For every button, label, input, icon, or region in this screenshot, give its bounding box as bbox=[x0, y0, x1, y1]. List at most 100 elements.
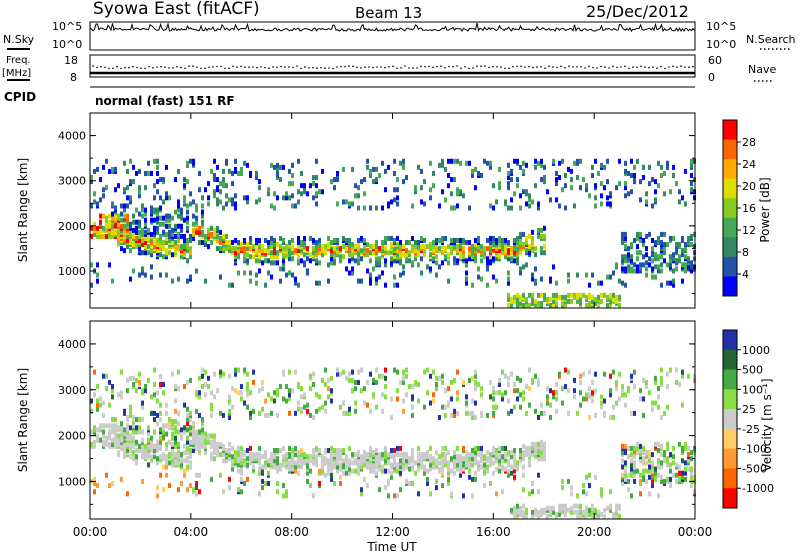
power-cell bbox=[393, 158, 396, 164]
power-cell bbox=[528, 244, 531, 250]
power-cell bbox=[510, 177, 513, 183]
velocity-cell bbox=[204, 392, 207, 398]
power-cell bbox=[333, 177, 336, 183]
power-cell bbox=[636, 264, 639, 270]
nave-point bbox=[596, 67, 598, 69]
power-cell bbox=[600, 280, 603, 286]
velocity-cell bbox=[468, 474, 471, 480]
velocity-cell bbox=[690, 450, 693, 456]
power-cell bbox=[363, 191, 366, 197]
power-cell bbox=[255, 248, 258, 254]
velocity-cell bbox=[378, 452, 381, 458]
power-cell bbox=[483, 246, 486, 252]
power-cell bbox=[558, 294, 561, 300]
nave-point bbox=[428, 65, 430, 68]
velocity-cell bbox=[495, 448, 498, 453]
power-cell bbox=[528, 193, 531, 199]
power-cell bbox=[624, 244, 627, 250]
velocity-cell bbox=[435, 478, 438, 484]
freq-tick-bottom: 8 bbox=[70, 71, 77, 84]
velocity-cell bbox=[309, 468, 312, 474]
velocity-cell bbox=[531, 481, 534, 486]
power-cell bbox=[186, 209, 189, 215]
power-cell bbox=[516, 177, 519, 183]
velocity-cell bbox=[309, 454, 312, 460]
power-cell bbox=[219, 274, 222, 280]
power-cell bbox=[186, 238, 189, 243]
power-cell bbox=[147, 250, 150, 256]
power-cell bbox=[534, 298, 537, 304]
power-cell bbox=[522, 292, 525, 298]
power-cell bbox=[261, 244, 264, 250]
power-cell bbox=[258, 238, 261, 243]
velocity-cell bbox=[417, 491, 420, 497]
power-cell bbox=[159, 233, 162, 239]
power-cell bbox=[183, 183, 186, 189]
power-cell bbox=[645, 246, 648, 252]
nave-point bbox=[608, 67, 610, 69]
power-cell bbox=[294, 203, 297, 209]
power-cell bbox=[321, 244, 324, 250]
velocity-cell bbox=[579, 379, 582, 385]
power-cell bbox=[198, 240, 201, 246]
power-cell bbox=[606, 303, 609, 308]
velocity-cell bbox=[609, 489, 612, 495]
velocity-ytick-label: 1000 bbox=[58, 475, 86, 488]
velocity-cell bbox=[501, 489, 504, 495]
power-cell bbox=[255, 272, 258, 278]
power-cell bbox=[534, 252, 537, 258]
velocity-cell bbox=[216, 388, 219, 394]
nave-point bbox=[488, 66, 490, 69]
power-cell bbox=[597, 294, 600, 300]
velocity-cell bbox=[402, 369, 405, 375]
power-cell bbox=[162, 199, 165, 205]
power-cell bbox=[561, 187, 564, 193]
nave-point bbox=[452, 65, 454, 68]
velocity-cell bbox=[603, 410, 606, 416]
power-cell bbox=[198, 170, 201, 176]
power-cell bbox=[456, 187, 459, 193]
power-cell bbox=[243, 160, 246, 166]
power-cell bbox=[396, 242, 399, 248]
velocity-cell bbox=[120, 390, 123, 396]
velocity-cell bbox=[198, 472, 201, 478]
velocity-cell bbox=[534, 373, 537, 379]
nave-point bbox=[572, 66, 574, 68]
velocity-cell bbox=[399, 470, 402, 476]
velocity-cell bbox=[459, 454, 462, 460]
power-cell bbox=[279, 235, 282, 241]
power-cell bbox=[114, 187, 117, 193]
power-cell bbox=[108, 219, 111, 225]
velocity-cell bbox=[183, 402, 186, 408]
power-cell bbox=[531, 292, 534, 298]
velocity-cell bbox=[240, 445, 243, 451]
velocity-cell bbox=[195, 491, 198, 497]
nave-point bbox=[344, 65, 346, 68]
velocity-cell bbox=[276, 481, 279, 486]
power-cell bbox=[552, 292, 555, 298]
power-cell bbox=[297, 199, 300, 205]
power-cell bbox=[117, 183, 120, 189]
velocity-cell bbox=[102, 373, 105, 379]
velocity-cell bbox=[492, 470, 495, 476]
velocity-cell bbox=[660, 415, 663, 420]
velocity-cell bbox=[135, 454, 138, 460]
power-cell bbox=[600, 181, 603, 187]
power-cell bbox=[138, 272, 141, 278]
power-cell bbox=[357, 193, 360, 199]
power-cell bbox=[258, 179, 261, 185]
power-cell bbox=[174, 223, 177, 229]
power-cell bbox=[402, 252, 405, 258]
power-cell bbox=[654, 274, 657, 280]
nave-point bbox=[672, 65, 674, 67]
velocity-cell bbox=[213, 433, 216, 439]
power-cell bbox=[390, 235, 393, 241]
power-cell bbox=[111, 211, 114, 217]
power-cell bbox=[228, 240, 231, 246]
velocity-cell bbox=[426, 450, 429, 456]
velocity-cell bbox=[378, 373, 381, 379]
power-cell bbox=[441, 235, 444, 241]
velocity-cell bbox=[621, 384, 624, 390]
power-cell bbox=[141, 250, 144, 256]
nave-point bbox=[548, 65, 550, 67]
